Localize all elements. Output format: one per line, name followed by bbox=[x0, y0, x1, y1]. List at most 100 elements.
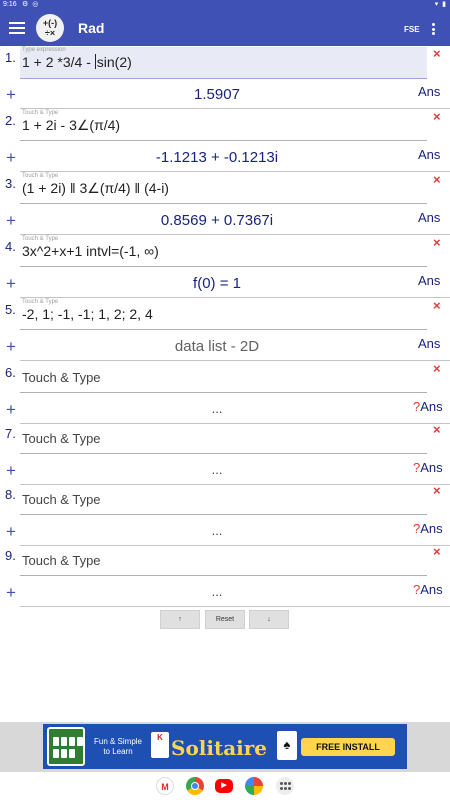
ans-button[interactable]: Ans bbox=[418, 273, 440, 288]
row-number: 5. bbox=[5, 302, 16, 317]
row-number: 2. bbox=[5, 113, 16, 128]
expression-text[interactable]: -2, 1; -1, -1; 1, 2; 2, 4 bbox=[22, 306, 153, 322]
add-row-icon[interactable]: + bbox=[6, 211, 16, 231]
text-caret bbox=[94, 54, 96, 69]
king-card-icon: K bbox=[151, 732, 169, 758]
calculator-logo-icon: +(-) ÷× bbox=[36, 14, 64, 42]
expression-row: 4. × Touch & Type 3x^2+x+1 intvl=(-1, ∞) + f(… bbox=[0, 235, 450, 299]
ans-button[interactable]: Ans bbox=[418, 336, 440, 351]
youtube-icon[interactable]: ▶ bbox=[215, 779, 233, 793]
expression-placeholder[interactable]: Touch & Type bbox=[22, 553, 101, 568]
row-number: 4. bbox=[5, 239, 16, 254]
expression-text[interactable]: (1 + 2i) ‖ 3∠(π/4) ‖ (4-i) bbox=[22, 180, 169, 197]
expression-text[interactable]: 1 + 2 *3/4 - sin(2) bbox=[22, 54, 132, 70]
delete-row-icon[interactable]: × bbox=[433, 109, 441, 124]
hamburger-menu-icon[interactable] bbox=[9, 22, 25, 34]
delete-row-icon[interactable]: × bbox=[433, 544, 441, 559]
app-drawer-icon[interactable] bbox=[276, 777, 294, 795]
ans-button[interactable]: Ans bbox=[418, 84, 440, 99]
free-install-button[interactable]: FREE INSTALL bbox=[301, 738, 395, 756]
row-number: 6. bbox=[5, 365, 16, 380]
expression-row: 8. × Touch & Type +... ?Ans bbox=[0, 483, 450, 547]
expression-text[interactable]: 1 + 2i - 3∠(π/4) bbox=[22, 117, 120, 134]
move-up-button[interactable]: ↑ bbox=[160, 610, 200, 629]
expression-underline bbox=[20, 392, 427, 393]
expression-hint: Touch & Type bbox=[22, 236, 59, 242]
expression-underline bbox=[20, 575, 427, 576]
photos-icon[interactable] bbox=[245, 777, 263, 795]
result-value: ... bbox=[211, 462, 223, 477]
row-number: 7. bbox=[5, 426, 16, 441]
expression-row: 2. × Touch & Type 1 + 2i - 3∠(π/4) + -1.1213 … bbox=[0, 109, 450, 173]
delete-row-icon[interactable]: × bbox=[433, 422, 441, 437]
fse-mode-button[interactable]: FSE bbox=[404, 25, 420, 34]
status-time: 9:16 bbox=[3, 1, 17, 8]
expression-placeholder[interactable]: Touch & Type bbox=[22, 431, 101, 446]
delete-row-icon[interactable]: × bbox=[433, 483, 441, 498]
row-number: 1. bbox=[5, 50, 16, 65]
ad-brand-title: Solitaire bbox=[171, 736, 268, 760]
app-bar: +(-) ÷× Rad FSE bbox=[0, 10, 450, 46]
expression-placeholder[interactable]: Touch & Type bbox=[22, 492, 101, 507]
add-row-icon[interactable]: + bbox=[6, 400, 16, 420]
ad-area: Fun & Simple to Learn K Solitaire ♠ FREE… bbox=[0, 722, 450, 772]
status-wifi-battery-icons: ▾ ▮ bbox=[434, 1, 447, 8]
ans-button[interactable]: Ans bbox=[418, 210, 440, 225]
status-notification-icons: ⚙ ◎ bbox=[22, 1, 40, 8]
solitaire-app-icon bbox=[47, 727, 85, 766]
result-value: data list - 2D bbox=[174, 338, 260, 355]
add-row-icon[interactable]: + bbox=[6, 274, 16, 294]
more-options-icon[interactable] bbox=[432, 23, 436, 35]
add-row-icon[interactable]: + bbox=[6, 85, 16, 105]
delete-row-icon[interactable]: × bbox=[433, 46, 441, 61]
expression-row: 9. × Touch & Type +... ?Ans bbox=[0, 544, 450, 608]
system-dock: M ▶ bbox=[0, 772, 450, 800]
expression-hint: Touch & Type bbox=[22, 299, 59, 305]
row-divider bbox=[20, 297, 450, 298]
delete-row-icon[interactable]: × bbox=[433, 172, 441, 187]
expression-row: 6. × Touch & Type +... ?Ans bbox=[0, 361, 450, 425]
ad-banner[interactable]: Fun & Simple to Learn K Solitaire ♠ FREE… bbox=[43, 724, 407, 769]
reset-button[interactable]: Reset bbox=[205, 610, 245, 629]
result-value: ... bbox=[211, 584, 223, 599]
expression-row: 3. × Touch & Type (1 + 2i) ‖ 3∠(π/4) ‖ (4-i… bbox=[0, 172, 450, 236]
ans-button[interactable]: ?Ans bbox=[413, 582, 443, 597]
add-row-icon[interactable]: + bbox=[6, 461, 16, 481]
result-value: 0.8569 + 0.7367i bbox=[160, 212, 274, 229]
ans-button[interactable]: Ans bbox=[418, 147, 440, 162]
expression-hint: Type expression bbox=[22, 47, 66, 53]
expression-text[interactable]: 3x^2+x+1 intvl=(-1, ∞) bbox=[22, 243, 159, 259]
expression-row: 1. × Type expression 1 + 2 *3/4 - sin(2) +1.… bbox=[0, 46, 450, 110]
row-number: 9. bbox=[5, 548, 16, 563]
expression-hint: Touch & Type bbox=[22, 110, 59, 116]
expression-row: 5. × Touch & Type -2, 1; -1, -1; 1, 2; 2, 4… bbox=[0, 298, 450, 362]
expression-underline bbox=[20, 329, 427, 330]
gmail-icon[interactable]: M bbox=[156, 777, 174, 795]
ans-button[interactable]: ?Ans bbox=[413, 399, 443, 414]
delete-row-icon[interactable]: × bbox=[433, 298, 441, 313]
expression-placeholder[interactable]: Touch & Type bbox=[22, 370, 101, 385]
delete-row-icon[interactable]: × bbox=[433, 235, 441, 250]
expression-row: 7. × Touch & Type +... ?Ans bbox=[0, 422, 450, 486]
status-bar: 9:16 ⚙ ◎ ▾ ▮ bbox=[0, 0, 450, 10]
result-value: -1.1213 + -0.1213i bbox=[155, 149, 279, 166]
move-down-button[interactable]: ↓ bbox=[249, 610, 289, 629]
expression-underline bbox=[20, 266, 427, 267]
row-divider bbox=[20, 360, 450, 361]
expression-underline bbox=[20, 140, 427, 141]
ans-button[interactable]: ?Ans bbox=[413, 521, 443, 536]
add-row-icon[interactable]: + bbox=[6, 148, 16, 168]
add-row-icon[interactable]: + bbox=[6, 337, 16, 357]
add-row-icon[interactable]: + bbox=[6, 583, 16, 603]
row-number: 8. bbox=[5, 487, 16, 502]
app-root: 9:16 ⚙ ◎ ▾ ▮ +(-) ÷× Rad FSE 1. × Type expr… bbox=[0, 0, 450, 800]
add-row-icon[interactable]: + bbox=[6, 522, 16, 542]
angle-mode-title[interactable]: Rad bbox=[78, 20, 104, 36]
result-value: ... bbox=[211, 523, 223, 538]
result-value: 1.5907 bbox=[194, 86, 240, 103]
chrome-icon[interactable] bbox=[186, 777, 204, 795]
ans-button[interactable]: ?Ans bbox=[413, 460, 443, 475]
delete-row-icon[interactable]: × bbox=[433, 361, 441, 376]
expression-underline bbox=[20, 453, 427, 454]
row-divider bbox=[20, 606, 450, 607]
